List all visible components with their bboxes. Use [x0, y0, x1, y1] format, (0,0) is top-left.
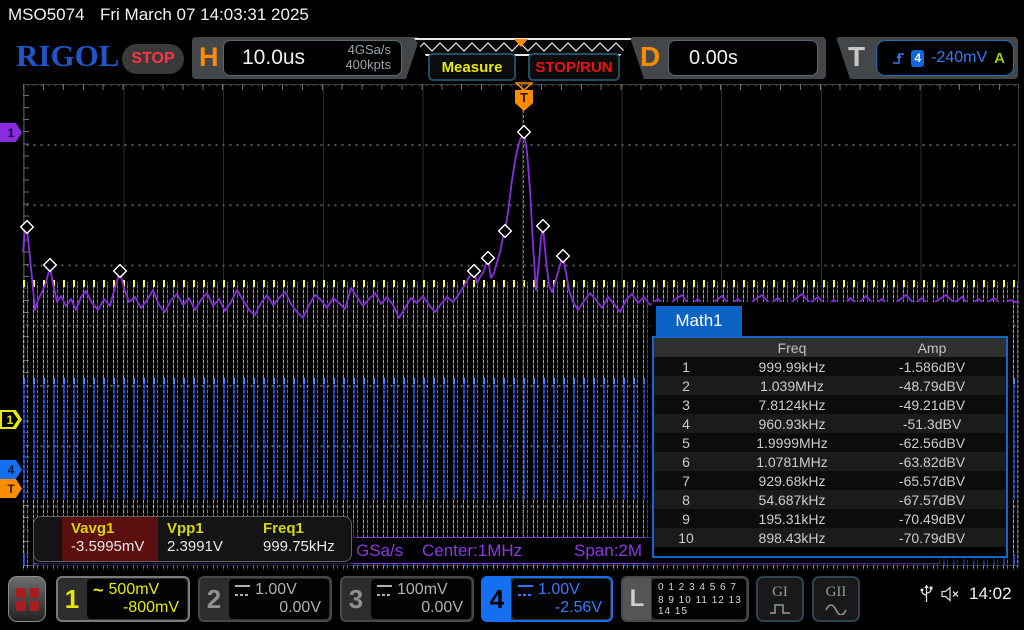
measurement-value: -3.5995mV: [71, 538, 158, 555]
channel2-offset: 0.00V: [235, 599, 321, 617]
channel4-number: 4: [483, 578, 511, 620]
measurement-value: 999.75kHz: [263, 538, 350, 555]
generator2-button[interactable]: GII: [812, 576, 860, 622]
tab-math1[interactable]: Math1: [656, 306, 742, 336]
channel1-number: 1: [58, 578, 86, 620]
math1-level-marker[interactable]: 1: [0, 123, 22, 142]
channel3-offset: 0.00V: [377, 599, 463, 617]
channel1-waveform-tips: [23, 280, 1019, 287]
channel1-box[interactable]: 1 ~ 500mV -800mV: [56, 576, 190, 622]
math-table-row: 61.0781MHz-63.82dBV: [654, 452, 1006, 471]
math-table-row: 4960.93kHz-51.3dBV: [654, 414, 1006, 433]
menu-grid-icon: [16, 588, 39, 611]
logic-label: L: [623, 578, 651, 620]
dc-coupling-icon: [235, 585, 250, 596]
ac-coupling-icon: ~: [93, 585, 104, 595]
fft-span: Span:2M: [574, 541, 642, 561]
dc-coupling-icon: [377, 585, 392, 596]
math-table-row: 21.039MHz-48.79dBV: [654, 376, 1006, 395]
waveform-display[interactable]: T 1 1 4 T GSa/s Center:1MHz Span:2M Vavg…: [0, 0, 1024, 630]
measurement-vpp1[interactable]: Vpp1 2.3991V: [158, 517, 254, 561]
channel4-offset: -2.56V: [518, 599, 602, 617]
bottom-bar: 1 ~ 500mV -800mV 2 1.00V 0.00V 3: [0, 570, 1024, 630]
math-table-row: 7929.68kHz-65.57dBV: [654, 471, 1006, 490]
math1-panel-titlebar: Math1: [652, 302, 1008, 336]
channel1-offset: -800mV: [93, 599, 179, 617]
math-table-row: 9195.31kHz-70.49dBV: [654, 509, 1006, 528]
math-table-row: 37.8124kHz-49.21dBV: [654, 395, 1006, 414]
measurement-freq1[interactable]: Freq1 999.75kHz: [254, 517, 350, 561]
channel1-level-marker[interactable]: 1: [0, 410, 22, 429]
clock: 14:02: [969, 584, 1012, 604]
column-header-amp: Amp: [866, 340, 998, 356]
measurement-value: 2.3991V: [167, 538, 254, 555]
trigger-level-marker[interactable]: T: [0, 479, 22, 498]
math-table-row: 1999.99kHz-1.586dBV: [654, 357, 1006, 376]
math-table-row: 10898.43kHz-70.79dBV: [654, 528, 1006, 547]
math1-panel[interactable]: Math1 Freq Amp 1999.99kHz-1.586dBV21.039…: [652, 302, 1008, 558]
channel4-level-marker[interactable]: 4: [0, 460, 22, 479]
logic-channels-box[interactable]: L 0 1 2 3 4 5 6 7 8 9 10 11 12 13 14 15: [621, 576, 749, 622]
oscilloscope-screen: MSO5074 Fri March 07 14:03:31 2025 RIGOL…: [0, 0, 1024, 630]
trigger-position-line: [523, 110, 524, 564]
channel1-scale: 500mV: [109, 581, 160, 599]
dc-coupling-icon: [518, 585, 533, 596]
main-menu-button[interactable]: [8, 576, 46, 622]
channel2-number: 2: [200, 578, 228, 620]
sine-wave-icon: [824, 601, 848, 615]
channel4-scale: 1.00V: [538, 581, 580, 599]
fft-sample-rate: GSa/s: [356, 541, 403, 561]
square-wave-icon: [768, 601, 792, 615]
generator1-button[interactable]: GI: [756, 576, 804, 622]
math-table-row: 854.687kHz-67.57dBV: [654, 490, 1006, 509]
fft-center-frequency: Center:1MHz: [422, 541, 522, 561]
logic-row2: 8 9 10 11 12 13 14 15: [658, 595, 746, 617]
channel2-scale: 1.00V: [255, 581, 297, 599]
measurement-label: Freq1: [263, 520, 350, 537]
channel3-number: 3: [342, 578, 370, 620]
column-header-freq: Freq: [718, 340, 866, 356]
speaker-muted-icon: [941, 586, 961, 602]
channel4-box[interactable]: 4 1.00V -2.56V: [481, 576, 613, 622]
trigger-marker-triangle-icon: [515, 82, 533, 91]
usb-icon: [920, 584, 933, 604]
logic-row1: 0 1 2 3 4 5 6 7: [658, 582, 746, 593]
measurement-vavg1[interactable]: Vavg1 -3.5995mV: [62, 517, 158, 561]
math1-peak-table: Freq Amp 1999.99kHz-1.586dBV21.039MHz-48…: [652, 336, 1008, 558]
generator2-label: GII: [826, 584, 847, 601]
channel3-box[interactable]: 3 100mV 0.00V: [340, 576, 474, 622]
generator1-label: GI: [772, 584, 788, 601]
channel3-scale: 100mV: [397, 581, 448, 599]
status-area: 14:02: [920, 584, 1012, 604]
channel2-box[interactable]: 2 1.00V 0.00V: [198, 576, 332, 622]
math-table-row: 51.9999MHz-62.56dBV: [654, 433, 1006, 452]
math-table-body: 1999.99kHz-1.586dBV21.039MHz-48.79dBV37.…: [654, 357, 1006, 547]
math-table-header: Freq Amp: [654, 338, 1006, 357]
measurement-panel[interactable]: Vavg1 -3.5995mV Vpp1 2.3991V Freq1 999.7…: [33, 516, 352, 562]
measurement-label: Vpp1: [167, 520, 254, 537]
measurement-label: Vavg1: [71, 520, 158, 537]
